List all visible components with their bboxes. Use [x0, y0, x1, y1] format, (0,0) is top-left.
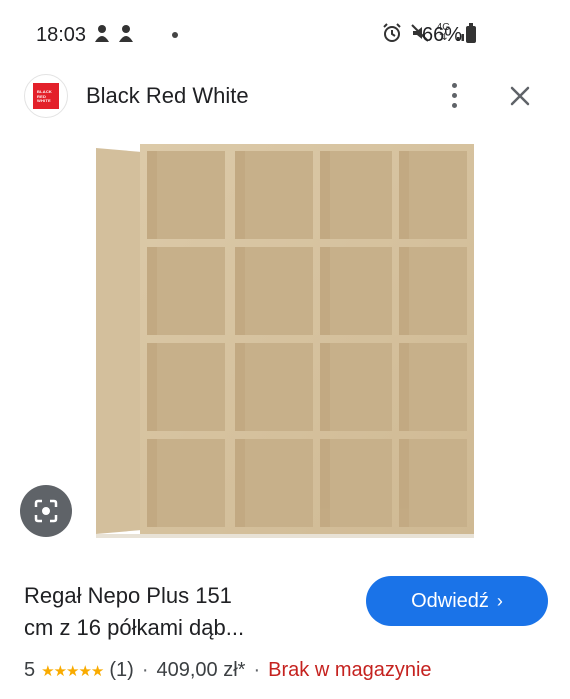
- visit-button-label: Odwiedź: [411, 589, 489, 612]
- lens-search-button[interactable]: [20, 485, 72, 537]
- price: 409,00 zł*: [156, 659, 246, 681]
- rating-value: 5: [24, 659, 36, 681]
- status-time: 18:03: [36, 24, 87, 46]
- notification-person-icon: [119, 25, 133, 42]
- close-icon[interactable]: [506, 82, 534, 110]
- product-title[interactable]: Regał Nepo Plus 151 cm z 16 półkami dąb.…: [24, 580, 344, 644]
- result-header: BLACK RED WHITE Black Red White: [0, 68, 570, 124]
- brand-name[interactable]: Black Red White: [86, 83, 249, 109]
- product-image[interactable]: [0, 130, 570, 550]
- status-bar: 18:03 4G ⇅ 66%: [0, 0, 570, 70]
- notification-icons: [92, 22, 136, 46]
- availability-status: Brak w magazynie: [268, 659, 432, 681]
- battery-percent: 66%: [422, 24, 463, 46]
- star-rating-icon: ★★★★★: [41, 662, 104, 680]
- review-count[interactable]: (1): [109, 659, 133, 682]
- lens-icon: [34, 499, 58, 523]
- chevron-right-icon: ›: [496, 590, 503, 611]
- more-notifications-dot: [172, 32, 178, 38]
- separator: ·: [253, 659, 261, 681]
- product-title-line2: cm z 16 półkami dąb...: [24, 615, 245, 640]
- brand-logo-mark: BLACK RED WHITE: [33, 83, 59, 109]
- product-meta: 5 ★★★★★ (1) · 409,00 zł* · Brak w magazy…: [24, 659, 432, 682]
- more-vert-icon[interactable]: [440, 80, 468, 110]
- product-title-line1: Regał Nepo Plus 151: [24, 583, 232, 608]
- alarm-icon: [382, 23, 401, 42]
- separator: ·: [141, 659, 149, 681]
- battery-icon: [466, 23, 476, 43]
- brand-logo[interactable]: BLACK RED WHITE: [24, 74, 68, 118]
- notification-person-icon: [95, 25, 109, 42]
- visit-button[interactable]: Odwiedź ›: [366, 576, 548, 626]
